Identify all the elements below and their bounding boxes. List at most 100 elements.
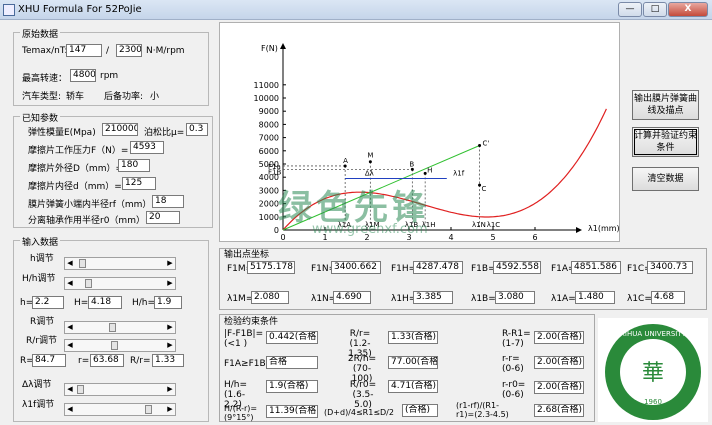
point-label: H bbox=[427, 166, 432, 174]
slash-label: / bbox=[106, 46, 110, 56]
h-adjust-label: h调节 bbox=[30, 254, 54, 264]
c7-field[interactable]: 1.9(合格) bbox=[266, 380, 318, 393]
university-logo: 華 1960 XIHUA UNIVERSITY bbox=[598, 318, 708, 422]
small-r-prefix: r= bbox=[78, 356, 90, 366]
c1-field[interactable]: 0.442(合格) bbox=[266, 331, 318, 344]
c3-field[interactable]: 2.00(合格) bbox=[534, 331, 584, 344]
mu-label: 泊松比μ= bbox=[144, 128, 185, 138]
dl-slider[interactable]: ◀ ▶ bbox=[64, 383, 176, 396]
window-controls: — □ X bbox=[618, 2, 708, 17]
logo-year: 1960 bbox=[644, 398, 662, 406]
mu-field[interactable]: 0.3 bbox=[186, 123, 208, 136]
r-field[interactable]: 84.7 bbox=[32, 354, 66, 367]
draw-curve-button[interactable]: 输出膜片弹簧曲线及描点 bbox=[632, 90, 699, 120]
data-point bbox=[368, 160, 372, 164]
point-label: λ1f bbox=[453, 170, 465, 178]
dl-adjust-label: Δλ调节 bbox=[22, 380, 52, 390]
big-h-field[interactable]: 4.18 bbox=[88, 296, 122, 309]
cartype-value: 轿车 bbox=[66, 92, 85, 102]
group-label: 已知参数 bbox=[20, 111, 61, 124]
y-tick-label: 1000 bbox=[259, 213, 279, 222]
c12-label: (r1-rf)/(R1-r1)=(2.3-4.5) bbox=[456, 401, 509, 419]
c11-field[interactable]: (合格) bbox=[402, 404, 438, 417]
f1c-field[interactable]: 3400.73 bbox=[647, 261, 693, 274]
y-tick-label: 7000 bbox=[259, 134, 279, 143]
l1b-field[interactable]: 3.080 bbox=[495, 291, 535, 304]
clear-button[interactable]: 清空数据 bbox=[632, 167, 699, 191]
f1h-field[interactable]: 4287.478 bbox=[413, 261, 463, 274]
y-tick-label: 9000 bbox=[259, 107, 279, 116]
c2-field[interactable]: 1.33(合格) bbox=[388, 331, 438, 344]
y-tick-label: 3000 bbox=[259, 186, 279, 195]
original-data-group: 原始数据 Temax/nT: 147 / 2300 N·M/rpm 最高转速： … bbox=[13, 27, 209, 106]
nt-field[interactable]: 2300 bbox=[116, 44, 142, 57]
y-tick-label: 11000 bbox=[254, 81, 279, 90]
y-axis-arrow bbox=[280, 43, 286, 49]
data-point bbox=[478, 144, 482, 148]
temax-field[interactable]: 147 bbox=[66, 44, 102, 57]
hh-adjust-label: H/h调节 bbox=[22, 274, 56, 284]
c4-label: F1A≥F1B bbox=[224, 359, 266, 369]
c6-field[interactable]: 2.00(合格) bbox=[534, 356, 584, 369]
rr-field[interactable]: 1.33 bbox=[152, 354, 184, 367]
point-label: λ1N bbox=[472, 221, 486, 229]
point-label: C' bbox=[483, 140, 490, 148]
hh-field[interactable]: 1.9 bbox=[154, 296, 182, 309]
power-label: 后备功率: bbox=[104, 92, 144, 102]
e-field[interactable]: 210000 bbox=[102, 123, 138, 136]
x-tick-label: 6 bbox=[532, 233, 537, 242]
f1m-field[interactable]: 5175.178 bbox=[247, 261, 295, 274]
minimize-button[interactable]: — bbox=[618, 2, 642, 17]
close-button[interactable]: X bbox=[668, 2, 708, 17]
y-tick-label: 8000 bbox=[259, 120, 279, 129]
l1f-adjust-label: λ1f调节 bbox=[22, 400, 55, 410]
point-label: Δλ bbox=[365, 170, 374, 178]
y-tick-label: 6000 bbox=[259, 147, 279, 156]
small-r-field[interactable]: 63.68 bbox=[90, 354, 124, 367]
maxspeed-field[interactable]: 4800 bbox=[70, 69, 96, 82]
point-label: B bbox=[409, 160, 414, 168]
hh-slider[interactable]: ◀ ▶ bbox=[64, 277, 176, 290]
d-inner-field[interactable]: 125 bbox=[122, 177, 156, 190]
h-slider[interactable]: ◀ ▶ bbox=[64, 257, 176, 270]
input-data-group: 输入数据 h调节 ◀ ▶ H/h调节 ◀ ▶ h= 2.2 H= 4.18 H/h=… bbox=[13, 235, 209, 422]
f1a-field[interactable]: 4851.586 bbox=[571, 261, 621, 274]
l1a-field[interactable]: 1.480 bbox=[575, 291, 615, 304]
r0-field[interactable]: 20 bbox=[146, 211, 180, 224]
rf-field[interactable]: 18 bbox=[152, 195, 184, 208]
d-inner-label: 摩擦片内径d（mm）= bbox=[28, 182, 122, 192]
r0-label: 分离轴承作用半径r0（mm）= bbox=[28, 216, 153, 226]
rr-adjust-label: R/r调节 bbox=[26, 336, 57, 346]
point-label: λ1C bbox=[487, 221, 501, 229]
y-tick-label: 10000 bbox=[254, 94, 279, 103]
rr-slider[interactable]: ◀ ▶ bbox=[64, 339, 176, 352]
c10-label: H/(R-r)=(9°15°) bbox=[224, 404, 258, 422]
l1c-label: λ1C= bbox=[627, 294, 652, 304]
c9-field[interactable]: 2.00(合格) bbox=[534, 381, 584, 394]
verify-button[interactable]: 计算并验证约束条件 bbox=[632, 127, 699, 157]
y-axis-label: F(N) bbox=[261, 44, 278, 53]
d-outer-field[interactable]: 180 bbox=[118, 159, 150, 172]
l1m-field[interactable]: 2.080 bbox=[251, 291, 289, 304]
h-field[interactable]: 2.2 bbox=[32, 296, 64, 309]
data-point bbox=[423, 171, 427, 175]
l1h-field[interactable]: 3.385 bbox=[413, 291, 453, 304]
r-slider[interactable]: ◀ ▶ bbox=[64, 321, 176, 334]
l1c-field[interactable]: 4.68 bbox=[651, 291, 685, 304]
group-label: 输入数据 bbox=[20, 235, 61, 248]
c10-field[interactable]: 11.39(合格) bbox=[266, 405, 318, 418]
f1b-field[interactable]: 4592.558 bbox=[493, 261, 541, 274]
f1n-field[interactable]: 3400.662 bbox=[331, 261, 381, 274]
c5-field[interactable]: 77.00(合格) bbox=[388, 356, 438, 369]
f-field[interactable]: 4593 bbox=[130, 141, 164, 154]
c12-field[interactable]: 2.68(合格) bbox=[534, 404, 584, 417]
c8-field[interactable]: 4.71(合格) bbox=[388, 380, 438, 393]
l1n-field[interactable]: 4.690 bbox=[333, 291, 371, 304]
maximize-button[interactable]: □ bbox=[643, 2, 667, 17]
rpm-label: rpm bbox=[100, 71, 119, 81]
temax-label: Temax/nT: bbox=[22, 46, 68, 56]
verify-panel: 检验约束条件 |F-F1B|= (<1 ) 0.442(合格) R/r=(1.2… bbox=[219, 314, 595, 422]
c4-field[interactable]: 合格 bbox=[266, 356, 318, 369]
l1f-slider[interactable]: ◀ ▶ bbox=[64, 403, 176, 416]
r-adjust-label: R调节 bbox=[30, 317, 55, 327]
